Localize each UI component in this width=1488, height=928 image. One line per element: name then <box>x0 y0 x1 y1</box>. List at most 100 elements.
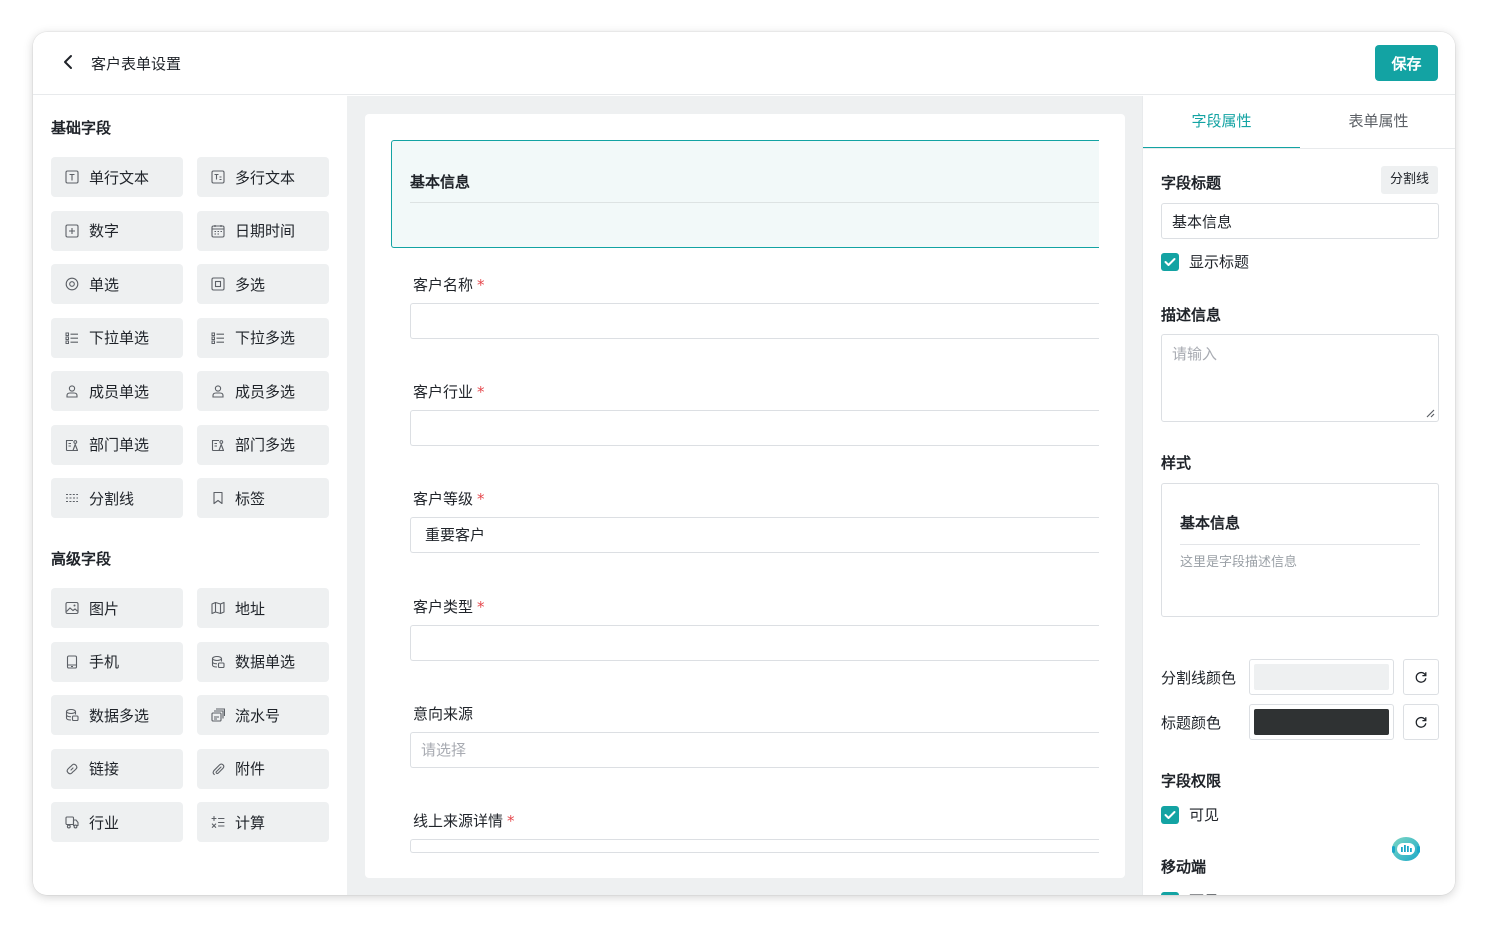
field-label-text: 线上来源详情 <box>413 812 504 830</box>
form-field-input[interactable]: 请选择 <box>410 731 1099 768</box>
palette-field-basic-3[interactable]: 日期时间 <box>197 210 329 251</box>
title-color-picker[interactable] <box>1249 704 1394 740</box>
number-icon <box>65 223 79 238</box>
palette-field-label: 日期时间 <box>235 222 296 240</box>
palette-field-advanced-7[interactable]: 附件 <box>197 748 329 789</box>
palette-field-label: 成员多选 <box>235 382 296 401</box>
form-field-label: 客户类型 * <box>413 596 485 617</box>
palette-field-label: 地址 <box>235 599 266 618</box>
palette-field-basic-1[interactable]: 多行文本 <box>197 157 329 197</box>
check-icon <box>1161 805 1179 824</box>
field-type-tag[interactable]: 分割线 <box>1380 166 1438 194</box>
palette-field-advanced-0[interactable]: 图片 <box>51 588 183 628</box>
department-icon <box>65 438 79 452</box>
properties-panel: 字段属性 表单属性 字段标题 分割线 显示标题 描述信息 请输入 样式 基本信息… <box>1142 96 1455 895</box>
description-textarea[interactable]: 请输入 <box>1161 334 1439 422</box>
palette-field-label: 多选 <box>235 275 266 294</box>
palette-field-basic-12[interactable]: 分割线 <box>51 478 183 518</box>
palette-field-basic-2[interactable]: 数字 <box>51 210 183 251</box>
form-field-label: 客户等级 * <box>413 488 485 509</box>
palette-field-basic-7[interactable]: 下拉多选 <box>197 317 329 358</box>
required-marker: * <box>477 276 485 294</box>
palette-field-advanced-6[interactable]: 链接 <box>51 748 183 789</box>
assistant-bot-icon[interactable] <box>1389 834 1423 864</box>
preview-title: 基本信息 <box>1180 514 1241 532</box>
tab-field-properties[interactable]: 字段属性 <box>1143 96 1300 149</box>
required-marker: * <box>507 812 515 830</box>
palette-field-advanced-3[interactable]: 数据单选 <box>197 641 329 682</box>
palette-field-label: 手机 <box>89 653 120 671</box>
form-field-input[interactable] <box>410 624 1099 661</box>
check-icon <box>1161 252 1179 271</box>
resize-grip-icon[interactable] <box>1425 408 1435 418</box>
palette-field-label: 部门单选 <box>89 436 150 454</box>
palette-field-basic-9[interactable]: 成员多选 <box>197 371 329 411</box>
bookmark-icon <box>211 491 225 505</box>
user-icon <box>65 384 79 398</box>
field-label-text: 意向来源 <box>413 704 474 723</box>
section-divider-selected[interactable]: 基本信息 <box>391 140 1099 248</box>
truck-icon <box>65 815 79 829</box>
form-field-label: 线上来源详情 * <box>413 810 515 831</box>
palette-field-basic-5[interactable]: 多选 <box>197 264 329 304</box>
field-label-text: 客户行业 <box>413 383 474 402</box>
palette-field-advanced-4[interactable]: 数据多选 <box>51 695 183 735</box>
form-field-input[interactable] <box>410 303 1099 339</box>
tabs-divider <box>1143 148 1455 149</box>
form-field-label: 意向来源 <box>413 703 473 724</box>
palette-field-basic-13[interactable]: 标签 <box>197 478 329 518</box>
palette-field-advanced-5[interactable]: 流水号 <box>197 695 329 735</box>
palette-field-advanced-2[interactable]: 手机 <box>51 641 183 682</box>
palette-field-basic-6[interactable]: 下拉单选 <box>51 317 183 358</box>
image-icon <box>65 601 79 615</box>
check-icon <box>1161 891 1179 895</box>
palette-field-advanced-8[interactable]: 行业 <box>51 802 183 842</box>
database-icon <box>65 708 79 722</box>
palette-field-basic-4[interactable]: 单选 <box>51 264 183 304</box>
palette-field-label: 下拉多选 <box>235 329 296 347</box>
palette-field-basic-11[interactable]: 部门多选 <box>197 424 329 465</box>
required-marker: * <box>477 383 485 402</box>
list-icon <box>65 331 79 345</box>
divider-color-picker[interactable] <box>1249 659 1394 695</box>
show-title-label: 显示标题 <box>1189 253 1250 271</box>
serial-icon <box>211 708 225 722</box>
palette-field-basic-8[interactable]: 成员单选 <box>51 371 183 411</box>
database-icon <box>211 655 225 669</box>
palette-field-basic-10[interactable]: 部门单选 <box>51 424 183 465</box>
palette-field-basic-0[interactable]: 单行文本 <box>51 157 183 197</box>
palette-field-label: 数据多选 <box>89 706 150 725</box>
reset-divider-color-button[interactable] <box>1403 659 1439 695</box>
user-icon <box>211 384 225 398</box>
header: 客户表单设置 保存 <box>33 32 1455 95</box>
calculate-icon <box>211 815 225 829</box>
tab-form-properties[interactable]: 表单属性 <box>1300 96 1455 149</box>
palette-field-advanced-9[interactable]: 计算 <box>197 802 329 842</box>
form-field-label: 客户行业 * <box>413 381 485 402</box>
form-field-input[interactable]: 重要客户 <box>410 517 1099 554</box>
back-icon[interactable] <box>61 52 77 72</box>
palette-field-label: 计算 <box>235 813 266 832</box>
required-marker: * <box>477 597 485 616</box>
palette-field-label: 链接 <box>89 760 120 778</box>
form-field-input[interactable] <box>410 410 1099 447</box>
show-title-checkbox[interactable]: 显示标题 <box>1161 251 1249 272</box>
basic-fields-title: 基础字段 <box>51 119 112 137</box>
form-settings-window: 客户表单设置 保存 基础字段 单行文本 多行文本 数字 日期时间单选 多选下拉单选 下拉多… <box>33 32 1455 895</box>
field-label-text: 客户等级 <box>413 490 474 509</box>
field-title-input[interactable] <box>1161 203 1439 239</box>
palette-field-label: 行业 <box>89 813 120 832</box>
form-field-input[interactable] <box>410 839 1099 853</box>
palette-field-label: 标签 <box>235 489 266 508</box>
mobile-visible-checkbox[interactable]: 可见 <box>1161 890 1219 895</box>
title-color-label: 标题颜色 <box>1161 714 1222 732</box>
reset-title-color-button[interactable] <box>1403 704 1439 740</box>
multiline-text-icon <box>211 170 225 184</box>
palette-field-label: 数据单选 <box>235 653 296 671</box>
field-label-text: 客户名称 <box>413 276 474 294</box>
permission-visible-checkbox-row[interactable]: 可见 <box>1161 804 1219 825</box>
palette-field-advanced-1[interactable]: 地址 <box>197 588 329 628</box>
save-button[interactable]: 保存 <box>1375 45 1438 81</box>
radio-icon <box>65 277 79 291</box>
form-field-label: 客户名称 * <box>413 274 485 295</box>
